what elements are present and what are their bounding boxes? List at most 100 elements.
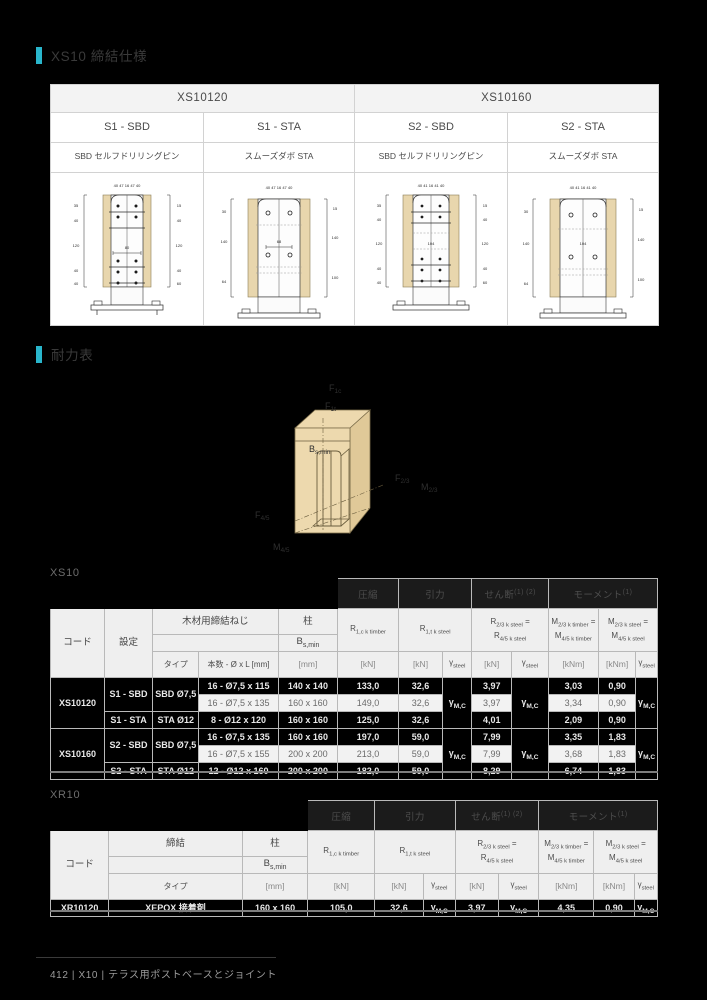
section-heading-fastening: XS10 締結仕様: [36, 45, 147, 65]
xr10-header-compression-sym: R1,c k timber: [307, 830, 376, 874]
dim-left-2: 120: [73, 243, 80, 248]
dim-left-4: 40: [377, 280, 382, 285]
force-diagram: Bs,min F1c F1t F2/3 M2/3 F4/5 M4/5: [255, 378, 475, 563]
xr10-tens-0: 32,6: [374, 898, 424, 917]
xr10-gamma-mom-0: γM,C: [633, 898, 659, 917]
post-base-drawing-sta-160: 40 41 16 41 40 30 140 64 15 140 100 104: [523, 185, 645, 319]
footer-chapter: X10: [78, 970, 99, 981]
xr10-header-type: タイプ: [108, 872, 243, 900]
xs10-post-0-2: 160 x 160: [277, 710, 339, 729]
xs10-tens-0-0: 32,6: [397, 676, 444, 695]
xs10-band-moment: モーメント(1): [547, 578, 659, 609]
footer-divider: [36, 957, 276, 958]
accent-bar-2: [36, 345, 42, 363]
xs10-gamma-mom-0: γM,C: [635, 676, 658, 729]
xs10-header-post-unit: [mm]: [277, 650, 339, 678]
xs10-subheader-row-1: コード 設定 木材用締結ねじ 柱 R1,c k timber R1,t k st…: [50, 608, 658, 678]
spec-desc-1: スムーズダボ STA: [203, 142, 355, 173]
xs10-band-compression: 圧縮: [337, 578, 399, 609]
xr10-header-post-sym: Bs,min: [241, 856, 309, 874]
dim-center: 80: [125, 245, 130, 250]
xs10-shear-0-0: 3,97: [471, 676, 513, 695]
xs10-setting-0-2: S1 - STA: [103, 710, 154, 729]
table-row: XS10120 S1 - SBD SBD Ø7,5 16 - Ø7,5 x 11…: [50, 676, 658, 729]
xr10-subheader-row-1: コード 締結 柱 R1,c k timber R1,t k steel R2/3…: [49, 830, 658, 900]
xr10-unit-tension: [kN]: [374, 872, 424, 900]
xs10-tens-0-2: 32,6: [397, 710, 444, 729]
xr10-unit-shear: [kN]: [454, 872, 500, 900]
xs10-header-screw-type: タイプ: [152, 650, 200, 678]
dim-left-0: 30: [222, 209, 227, 214]
xs10-header-shear-sym: R2/3 k steel = R4/5 k steel: [471, 608, 549, 652]
dim-left-1: 140: [221, 239, 228, 244]
spec-model-row: XS10120 XS10160: [50, 84, 659, 113]
spec-drawing-1: 40 47 16 47 40 30 140 64 15 140 100 68: [203, 172, 355, 326]
dim-center: 104: [580, 241, 587, 246]
spec-desc-0: SBD セルフドリリングピン: [50, 142, 204, 173]
dim-right-1: 40: [483, 217, 488, 222]
label-f45: F4/5: [255, 510, 270, 522]
dim-center: 68: [277, 239, 282, 244]
xs10-header-moment-timber-sym: M2/3 k timber = M4/5 k timber: [547, 608, 600, 652]
xs10-ms-1-1: 1,83: [598, 744, 637, 763]
xr10-unit-compression: [kN]: [307, 872, 376, 900]
drawing-canvas-1: 40 47 16 47 40 30 140 64 15 140 100 68: [204, 173, 354, 325]
xs10-post-0-1: 160 x 160: [277, 693, 339, 712]
xs10-type-0-2: STA Ø12: [152, 710, 200, 729]
dim-left-1: 140: [523, 241, 530, 246]
xs10-mt-0-0: 3,03: [547, 676, 600, 695]
xr10-header-post-unit: [mm]: [241, 872, 309, 900]
xs10-header-code: コード: [50, 608, 105, 678]
xs10-code-0: XS10120: [50, 676, 105, 729]
spec-drawing-3: 40 41 16 41 40 30 140 64 15 140 100 104: [507, 172, 659, 326]
xs10-header-setting: 設定: [103, 608, 154, 678]
xs10-setting-0-0: S1 - SBD: [103, 676, 154, 712]
post-base-drawing-sta-120: 40 47 16 47 40 30 140 64 15 140 100 68: [221, 185, 339, 319]
dim-right-1: 140: [332, 235, 339, 240]
xs10-mt-0-2: 2,09: [547, 710, 600, 729]
dim-right-0: 15: [333, 206, 338, 211]
dim-left-2: 64: [524, 281, 529, 286]
xr10-header-post: 柱: [241, 830, 309, 857]
xs10-comp-1-1: 213,0: [337, 744, 399, 763]
xr10-ms-0: 0,90: [593, 898, 635, 917]
page-root: XS10 締結仕様 XS10120 XS10160 S1 - SBD S1 - …: [0, 0, 707, 1000]
xs10-screw-1-1: 16 - Ø7,5 x 155: [198, 744, 279, 763]
xr10-band-shear: せん断(1) (2): [454, 800, 540, 831]
xs10-header-post: 柱: [277, 608, 339, 635]
xr10-unit-moment-timber: [kNm]: [538, 872, 595, 900]
footer: 412 | X10 | テラス用ポストベースとジョイント: [50, 966, 277, 981]
xs10-comp-1-0: 197,0: [337, 727, 399, 746]
footer-sep-1: |: [71, 970, 76, 981]
xr10-mt-0: 4,35: [538, 898, 595, 917]
xr10-unit-moment-steel: [kNm]: [593, 872, 635, 900]
accent-bar: [36, 46, 42, 64]
post-base-drawing-sbd-160: 40 41 16 41 40 35 40 120 40 40 15 40 120…: [376, 183, 489, 311]
spec-config-0: S1 - SBD: [50, 112, 204, 143]
xr10-comp-0: 105,0: [307, 898, 376, 917]
xs10-post-0-0: 140 x 140: [277, 676, 339, 695]
spec-drawing-row: 40 47 16 47 40 35 40 120 40 40 15 40 120…: [50, 172, 659, 326]
table-xr10: 圧縮 引力 せん断(1) (2) モーメント(1) コード 締結 柱 R1,c …: [49, 800, 659, 917]
xs10-ms-0-0: 0,90: [598, 676, 637, 695]
table-row: XR10120 XEPOX 接着剤 160 x 160 105,0 32,6 γ…: [49, 898, 659, 917]
dim-left-4: 40: [74, 281, 79, 286]
spec-config-2: S2 - SBD: [354, 112, 508, 143]
xs10-gamma-tension-head: γsteel: [442, 650, 473, 678]
xs10-band-tension: 引力: [397, 578, 473, 609]
xs10-header-moment-steel-sym: M2/3 k steel = M4/5 k steel: [598, 608, 658, 652]
xs10-screw-0-1: 16 - Ø7,5 x 135: [198, 693, 279, 712]
section-title-capacity: 耐力表: [51, 348, 94, 363]
xs10-comp-0-0: 133,0: [337, 676, 399, 695]
dim-right-3: 40: [483, 266, 488, 271]
drawing-top-dims: 40 41 16 41 40: [418, 183, 445, 188]
dim-right-0: 15: [483, 203, 488, 208]
dim-center: 104: [428, 241, 435, 246]
drawing-top-dims: 40 41 16 41 40: [570, 185, 597, 190]
dim-right-3: 40: [177, 268, 182, 273]
dim-left-2: 120: [376, 241, 383, 246]
xs10-post-1-1: 200 x 200: [277, 744, 339, 763]
xr10-band-compression: 圧縮: [307, 800, 376, 831]
xs10-shear-0-2: 4,01: [471, 710, 513, 729]
xs10-band-shear: せん断(1) (2): [471, 578, 549, 609]
